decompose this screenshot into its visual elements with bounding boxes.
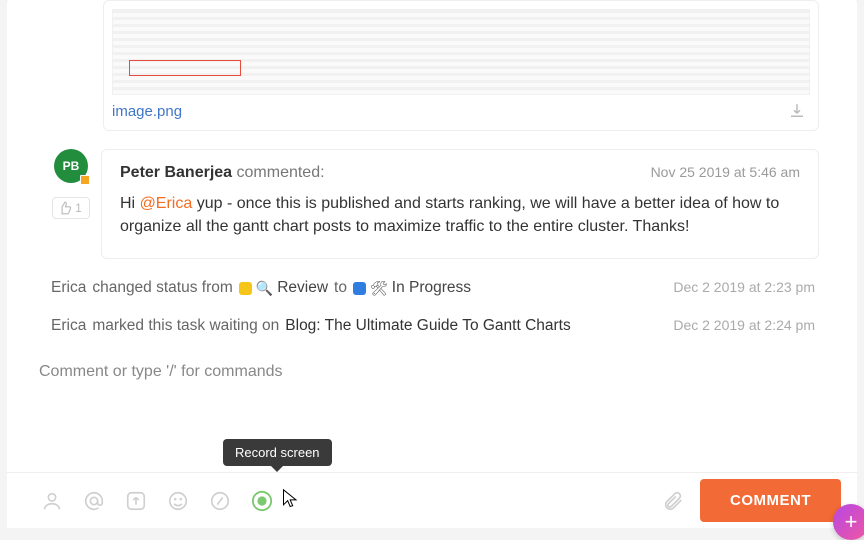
like-button[interactable]: 1 bbox=[52, 197, 90, 219]
attachment-card: image.png bbox=[103, 0, 819, 131]
slash-command-icon[interactable] bbox=[209, 490, 231, 512]
attachment-thumbnail[interactable] bbox=[112, 9, 810, 95]
attachment-filename[interactable]: image.png bbox=[112, 103, 810, 120]
activity-actor[interactable]: Erica bbox=[51, 279, 86, 297]
emoji-icon[interactable] bbox=[167, 490, 189, 512]
record-screen-icon[interactable] bbox=[251, 490, 273, 512]
download-icon[interactable] bbox=[788, 102, 806, 120]
status-from: 🔍 Review bbox=[239, 279, 328, 297]
comment-card: Peter Banerjea commented: Nov 25 2019 at… bbox=[101, 149, 819, 259]
status-color-icon bbox=[353, 282, 366, 295]
status-color-icon bbox=[239, 282, 252, 295]
activity-text: marked this task waiting on bbox=[92, 317, 279, 335]
hammer-icon: 🛠 bbox=[370, 280, 388, 297]
linked-task[interactable]: Blog: The Ultimate Guide To Gantt Charts bbox=[285, 317, 570, 335]
activity-status-change: Erica changed status from 🔍 Review to 🛠 … bbox=[51, 279, 815, 297]
composer bbox=[37, 357, 819, 387]
comment-timestamp: Nov 25 2019 at 5:46 am bbox=[651, 164, 800, 180]
avatar[interactable]: PB bbox=[54, 149, 88, 183]
comment-body-prefix: Hi bbox=[120, 195, 140, 212]
status-from-label: Review bbox=[277, 279, 328, 297]
status-to: 🛠 In Progress bbox=[353, 279, 471, 297]
status-badge bbox=[80, 175, 90, 185]
fab-add[interactable]: + bbox=[833, 504, 864, 540]
activity-waiting-on: Erica marked this task waiting on Blog: … bbox=[51, 317, 815, 335]
comment-body-rest: yup - once this is published and starts … bbox=[120, 195, 779, 235]
magnifier-icon: 🔍 bbox=[256, 280, 273, 297]
activity-text: changed status from bbox=[92, 279, 232, 297]
like-count: 1 bbox=[75, 201, 82, 215]
assign-icon[interactable] bbox=[41, 490, 63, 512]
activity-actor[interactable]: Erica bbox=[51, 317, 86, 335]
comment-body: Hi @Erica yup - once this is published a… bbox=[120, 192, 800, 238]
activity-timestamp: Dec 2 2019 at 2:23 pm bbox=[673, 279, 815, 297]
upload-icon[interactable] bbox=[125, 490, 147, 512]
avatar-initials: PB bbox=[63, 159, 80, 173]
mention[interactable]: @Erica bbox=[140, 195, 193, 212]
comment-input[interactable] bbox=[37, 357, 819, 387]
comment-button[interactable]: COMMENT bbox=[700, 479, 841, 522]
composer-toolbar: COMMENT bbox=[7, 472, 857, 528]
tooltip-record-screen: Record screen bbox=[223, 439, 332, 466]
activity-mid: to bbox=[334, 279, 347, 297]
status-to-label: In Progress bbox=[392, 279, 471, 297]
mention-icon[interactable] bbox=[83, 490, 105, 512]
attach-icon[interactable] bbox=[662, 490, 684, 512]
comment-author[interactable]: Peter Banerjea bbox=[120, 164, 232, 181]
comment-verb: commented: bbox=[232, 164, 324, 181]
comment-row: PB 1 Peter Banerjea commented: Nov 25 20… bbox=[51, 149, 819, 259]
activity-timestamp: Dec 2 2019 at 2:24 pm bbox=[673, 317, 815, 335]
